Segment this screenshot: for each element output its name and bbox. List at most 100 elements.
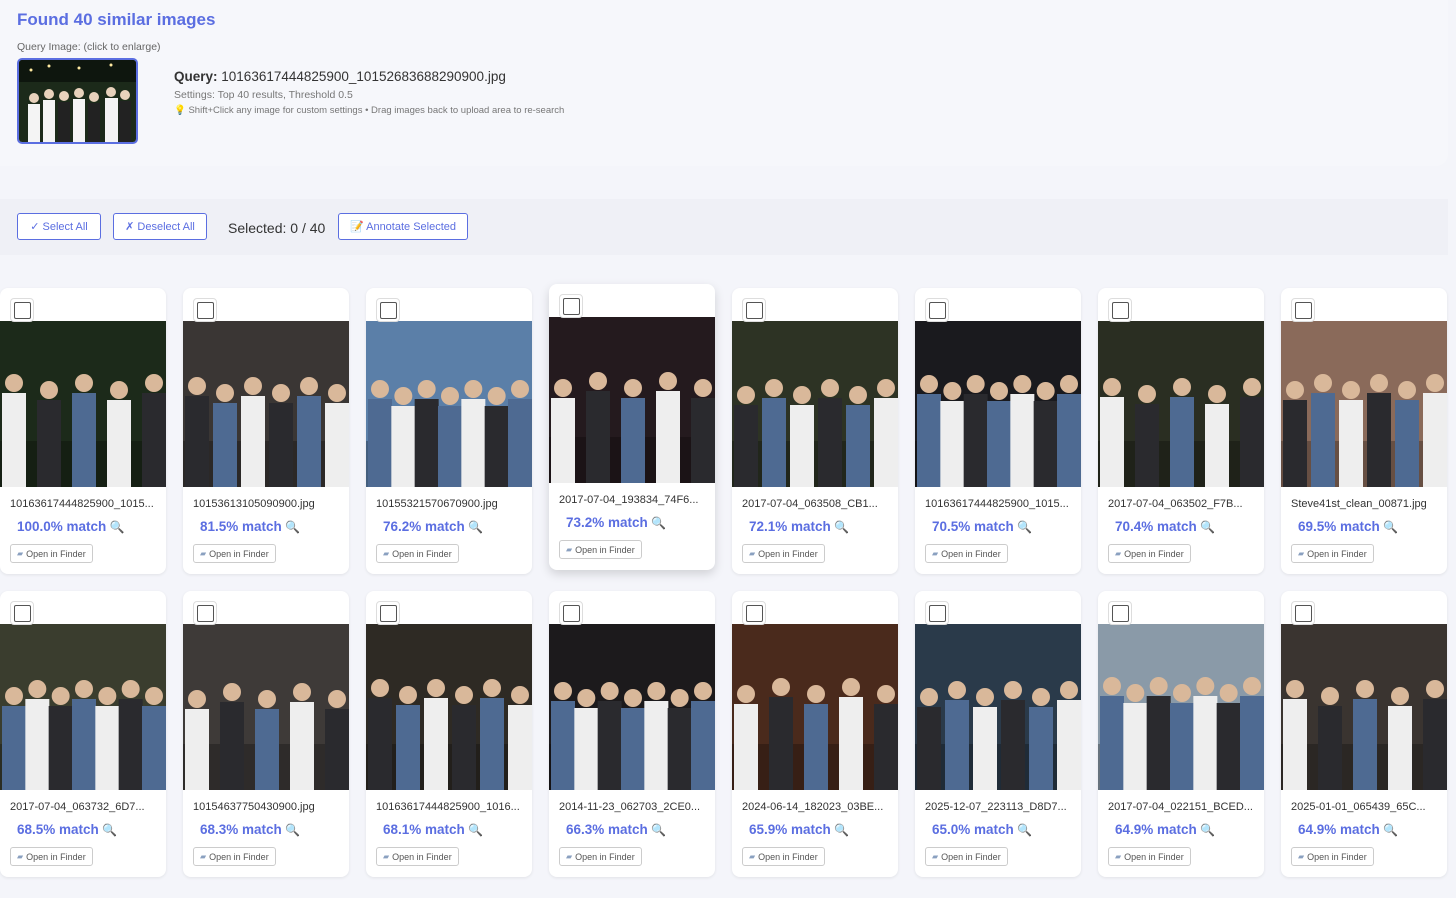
- open-in-finder-button[interactable]: ▰ Open in Finder: [559, 847, 642, 866]
- magnifier-icon[interactable]: 🔍: [282, 520, 300, 534]
- open-in-finder-button[interactable]: ▰ Open in Finder: [193, 847, 276, 866]
- select-checkbox[interactable]: [10, 298, 34, 322]
- magnifier-icon[interactable]: 🔍: [1014, 823, 1032, 837]
- magnifier-icon[interactable]: 🔍: [282, 823, 300, 837]
- magnifier-icon[interactable]: 🔍: [99, 823, 117, 837]
- select-checkbox[interactable]: [1108, 601, 1132, 625]
- query-image-thumbnail[interactable]: [17, 58, 138, 144]
- result-photo[interactable]: [732, 321, 898, 487]
- open-in-finder-button[interactable]: ▰ Open in Finder: [1108, 847, 1191, 866]
- select-checkbox[interactable]: [925, 298, 949, 322]
- magnifier-icon[interactable]: 🔍: [831, 520, 849, 534]
- result-photo[interactable]: [1098, 624, 1264, 790]
- magnifier-icon[interactable]: 🔍: [831, 823, 849, 837]
- match-text: 68.1% match: [383, 822, 465, 837]
- magnifier-icon[interactable]: 🔍: [648, 516, 666, 530]
- match-text: 76.2% match: [383, 519, 465, 534]
- result-photo[interactable]: [732, 624, 898, 790]
- result-photo[interactable]: [366, 624, 532, 790]
- select-checkbox[interactable]: [925, 601, 949, 625]
- open-in-finder-button[interactable]: ▰ Open in Finder: [925, 847, 1008, 866]
- result-card[interactable]: 10163617444825900_1015... 100.0% match 🔍 ▰…: [0, 288, 166, 574]
- magnifier-icon[interactable]: 🔍: [648, 823, 666, 837]
- result-photo[interactable]: [0, 624, 166, 790]
- magnifier-icon[interactable]: 🔍: [106, 520, 125, 534]
- folder-icon: ▰: [17, 852, 24, 861]
- result-photo[interactable]: [915, 321, 1081, 487]
- result-card[interactable]: 2025-12-07_223113_D8D7... 65.0% match 🔍 ▰ O…: [915, 591, 1081, 877]
- magnifier-icon[interactable]: 🔍: [1380, 823, 1398, 837]
- open-in-finder-label: Open in Finder: [1124, 548, 1184, 559]
- select-checkbox[interactable]: [193, 298, 217, 322]
- magnifier-icon[interactable]: 🔍: [1197, 823, 1215, 837]
- select-checkbox[interactable]: [376, 601, 400, 625]
- select-checkbox[interactable]: [742, 298, 766, 322]
- magnifier-icon[interactable]: 🔍: [1014, 520, 1032, 534]
- result-card[interactable]: 10153613105090900.jpg 81.5% match 🔍 ▰ Open …: [183, 288, 349, 574]
- open-in-finder-button[interactable]: ▰ Open in Finder: [1291, 847, 1374, 866]
- checkbox-square: [745, 604, 763, 622]
- open-in-finder-button[interactable]: ▰ Open in Finder: [925, 544, 1008, 563]
- annotate-selected-button[interactable]: 📝 Annotate Selected: [338, 213, 468, 240]
- open-in-finder-label: Open in Finder: [575, 851, 635, 862]
- result-photo[interactable]: [549, 624, 715, 790]
- magnifier-icon[interactable]: 🔍: [465, 520, 483, 534]
- magnifier-icon[interactable]: 🔍: [465, 823, 483, 837]
- magnifier-icon[interactable]: 🔍: [1197, 520, 1215, 534]
- result-photo[interactable]: [1098, 321, 1264, 487]
- match-text: 65.0% match: [932, 822, 1014, 837]
- select-all-button[interactable]: ✓ Select All: [17, 213, 101, 240]
- query-info: Query: 10163617444825900_101526836882909…: [174, 69, 564, 116]
- query-image-label: Query Image: (click to enlarge): [17, 41, 161, 53]
- select-checkbox[interactable]: [559, 294, 583, 318]
- result-card[interactable]: Steve41st_clean_00871.jpg 69.5% match 🔍 ▰ O…: [1281, 288, 1447, 574]
- select-checkbox[interactable]: [376, 298, 400, 322]
- result-card[interactable]: 10155321570670900.jpg 76.2% match 🔍 ▰ Open …: [366, 288, 532, 574]
- result-card[interactable]: 2024-06-14_182023_03BE... 65.9% match 🔍 ▰ O…: [732, 591, 898, 877]
- result-card[interactable]: 2017-07-04_193834_74F6... 73.2% match 🔍 ▰ O…: [549, 284, 715, 570]
- open-in-finder-button[interactable]: ▰ Open in Finder: [193, 544, 276, 563]
- result-card[interactable]: 2025-01-01_065439_65C... 64.9% match 🔍 ▰ Op…: [1281, 591, 1447, 877]
- open-in-finder-button[interactable]: ▰ Open in Finder: [1108, 544, 1191, 563]
- open-in-finder-button[interactable]: ▰ Open in Finder: [10, 847, 93, 866]
- open-in-finder-button[interactable]: ▰ Open in Finder: [742, 544, 825, 563]
- result-card[interactable]: 2014-11-23_062703_2CE0... 66.3% match 🔍 ▰ O…: [549, 591, 715, 877]
- open-in-finder-button[interactable]: ▰ Open in Finder: [1291, 544, 1374, 563]
- open-in-finder-button[interactable]: ▰ Open in Finder: [742, 847, 825, 866]
- result-photo[interactable]: [915, 624, 1081, 790]
- open-in-finder-button[interactable]: ▰ Open in Finder: [376, 544, 459, 563]
- result-card[interactable]: 10163617444825900_1016... 68.1% match 🔍 ▰ O…: [366, 591, 532, 877]
- result-photo[interactable]: [0, 321, 166, 487]
- match-score: 76.2% match 🔍: [383, 519, 483, 534]
- select-checkbox[interactable]: [1291, 601, 1315, 625]
- result-photo[interactable]: [1281, 624, 1447, 790]
- open-in-finder-button[interactable]: ▰ Open in Finder: [559, 540, 642, 559]
- result-card[interactable]: 10154637750430900.jpg 68.3% match 🔍 ▰ Open …: [183, 591, 349, 877]
- magnifier-icon[interactable]: 🔍: [1380, 520, 1398, 534]
- select-checkbox[interactable]: [1291, 298, 1315, 322]
- folder-icon: ▰: [1115, 852, 1122, 861]
- match-score: 68.5% match 🔍: [17, 822, 117, 837]
- deselect-all-button[interactable]: ✗ Deselect All: [113, 213, 207, 240]
- result-photo[interactable]: [549, 317, 715, 483]
- result-card[interactable]: 2017-07-04_063508_CB1... 72.1% match 🔍 ▰ Op…: [732, 288, 898, 574]
- select-checkbox[interactable]: [1108, 298, 1132, 322]
- result-photo[interactable]: [183, 624, 349, 790]
- result-card[interactable]: 2017-07-04_063502_F7B... 70.4% match 🔍 ▰ Op…: [1098, 288, 1264, 574]
- result-photo[interactable]: [1281, 321, 1447, 487]
- result-card[interactable]: 10163617444825900_1015... 70.5% match 🔍 ▰ O…: [915, 288, 1081, 574]
- match-score: 65.0% match 🔍: [932, 822, 1032, 837]
- select-checkbox[interactable]: [193, 601, 217, 625]
- match-text: 68.3% match: [200, 822, 282, 837]
- select-checkbox[interactable]: [10, 601, 34, 625]
- result-card[interactable]: 2017-07-04_063732_6D7... 68.5% match 🔍 ▰ Op…: [0, 591, 166, 877]
- open-in-finder-button[interactable]: ▰ Open in Finder: [10, 544, 93, 563]
- result-photo[interactable]: [183, 321, 349, 487]
- select-checkbox[interactable]: [742, 601, 766, 625]
- open-in-finder-button[interactable]: ▰ Open in Finder: [376, 847, 459, 866]
- open-in-finder-label: Open in Finder: [941, 851, 1001, 862]
- result-card[interactable]: 2017-07-04_022151_BCED... 64.9% match 🔍 ▰ O…: [1098, 591, 1264, 877]
- result-photo[interactable]: [366, 321, 532, 487]
- open-in-finder-label: Open in Finder: [758, 548, 818, 559]
- select-checkbox[interactable]: [559, 601, 583, 625]
